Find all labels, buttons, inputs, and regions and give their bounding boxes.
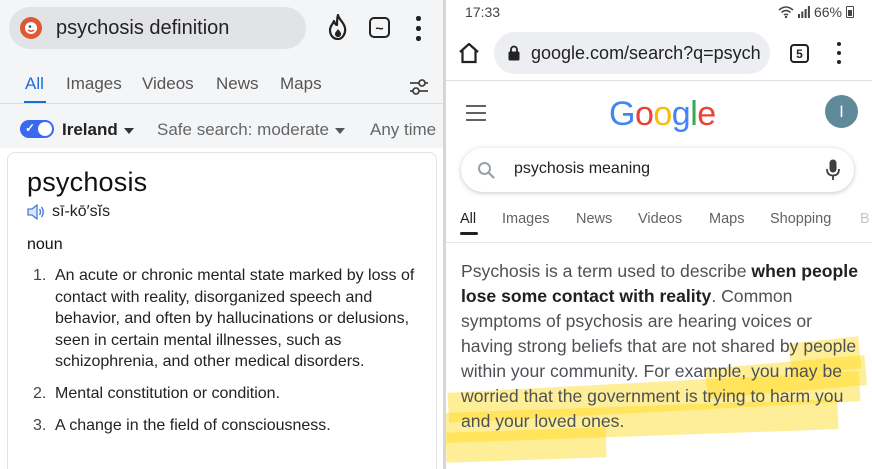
tabs-icon[interactable]: ~ bbox=[369, 17, 390, 38]
lock-icon bbox=[508, 45, 520, 61]
safe-search-dropdown[interactable]: Safe search: moderate bbox=[157, 120, 345, 140]
microphone-icon[interactable] bbox=[826, 159, 840, 181]
wifi-icon bbox=[778, 6, 794, 18]
definition-number: 3. bbox=[33, 416, 47, 434]
tab-all[interactable]: All bbox=[460, 211, 476, 227]
fire-icon[interactable] bbox=[326, 14, 350, 40]
tab-shopping[interactable]: Shopping bbox=[770, 211, 831, 227]
definition-number: 2. bbox=[33, 384, 47, 402]
tab-videos[interactable]: Videos bbox=[142, 74, 194, 94]
tab-images[interactable]: Images bbox=[66, 74, 122, 94]
ddg-panel: psychosis definition ~ All Images Videos… bbox=[0, 0, 443, 469]
tab-all[interactable]: All bbox=[25, 74, 44, 94]
tab-books-partial[interactable]: B bbox=[860, 211, 870, 227]
search-query[interactable]: psychosis meaning bbox=[514, 160, 650, 178]
tabs-divider bbox=[446, 242, 872, 243]
status-indicators: 66% bbox=[778, 4, 854, 20]
google-logo-letter: G bbox=[609, 95, 635, 133]
time-dropdown[interactable]: Any time bbox=[370, 120, 436, 140]
search-bar[interactable]: psychosis definition bbox=[9, 7, 306, 49]
avatar[interactable]: I bbox=[825, 95, 858, 128]
region-dropdown[interactable]: Ireland bbox=[62, 120, 134, 140]
home-icon[interactable] bbox=[458, 42, 480, 64]
definition-text: An acute or chronic mental state marked … bbox=[55, 267, 415, 371]
caret-down-icon bbox=[123, 127, 134, 134]
browser-toolbar: google.com/search?q=psych 5 bbox=[446, 26, 872, 80]
google-logo-letter: e bbox=[697, 95, 716, 133]
part-of-speech: noun bbox=[27, 236, 63, 253]
definition-item: 1. An acute or chronic mental state marke… bbox=[27, 265, 427, 373]
filter-settings-icon[interactable] bbox=[408, 76, 430, 98]
tab-maps[interactable]: Maps bbox=[280, 74, 322, 94]
status-time: 17:33 bbox=[465, 4, 501, 20]
battery-icon bbox=[846, 6, 854, 18]
snippet-text: . Common symptoms of psychosis are heari… bbox=[461, 286, 857, 431]
dictionary-card: psychosis sī-kō′sĭs noun 1. An acute or c… bbox=[7, 152, 437, 469]
speaker-icon[interactable] bbox=[27, 204, 45, 220]
region-label: Ireland bbox=[62, 120, 118, 139]
definition-item: 3. A change in the field of consciousness… bbox=[27, 415, 427, 437]
snippet-text: Psychosis is a term used to describe bbox=[461, 261, 752, 281]
google-result-tabs: All Images News Videos Maps Shopping B bbox=[446, 205, 872, 243]
battery-percent: 66% bbox=[813, 4, 842, 20]
safe-search-label: Safe search: moderate bbox=[157, 120, 329, 139]
pronunciation: sī-kō′sĭs bbox=[52, 203, 111, 220]
search-icon bbox=[478, 162, 495, 179]
url-text[interactable]: google.com/search?q=psych bbox=[531, 43, 761, 64]
google-logo-letter: o bbox=[634, 95, 654, 133]
region-toggle[interactable]: ✓ bbox=[20, 120, 54, 138]
ddg-header: psychosis definition ~ All Images Videos… bbox=[0, 0, 443, 104]
featured-snippet: Psychosis is a term used to describe whe… bbox=[461, 259, 859, 434]
google-logo-letter: o bbox=[653, 95, 672, 133]
definition-text: A change in the field of consciousness. bbox=[55, 416, 331, 434]
check-icon: ✓ bbox=[25, 121, 36, 135]
status-bar: 17:33 66% bbox=[446, 0, 872, 26]
definition-number: 1. bbox=[33, 267, 47, 284]
google-logo-letter: l bbox=[690, 95, 698, 133]
tab-maps[interactable]: Maps bbox=[709, 211, 744, 227]
tab-news[interactable]: News bbox=[576, 211, 612, 227]
dictionary-word: psychosis bbox=[27, 167, 148, 197]
filter-bar: ✓ Ireland Safe search: moderate Any time bbox=[0, 104, 443, 148]
definition-item: 2. Mental constitution or condition. bbox=[27, 383, 427, 405]
result-tabs: All Images Videos News Maps bbox=[0, 66, 443, 104]
tab-switcher-button[interactable]: 5 bbox=[790, 44, 809, 63]
more-vert-icon[interactable] bbox=[834, 40, 844, 66]
search-query[interactable]: psychosis definition bbox=[56, 17, 229, 40]
active-tab-indicator bbox=[460, 232, 478, 235]
caret-down-icon bbox=[334, 127, 345, 134]
definition-list: 1. An acute or chronic mental state marke… bbox=[27, 265, 427, 446]
signal-icon bbox=[797, 6, 810, 18]
tab-images[interactable]: Images bbox=[502, 211, 550, 227]
duckduckgo-logo-icon[interactable] bbox=[20, 17, 42, 39]
tab-videos[interactable]: Videos bbox=[638, 211, 682, 227]
toggle-knob bbox=[38, 122, 52, 136]
hamburger-menu-icon[interactable] bbox=[466, 105, 486, 121]
tab-news[interactable]: News bbox=[216, 74, 259, 94]
google-logo[interactable]: Google bbox=[609, 95, 716, 134]
toolbar-divider bbox=[446, 80, 872, 81]
search-box[interactable]: psychosis meaning bbox=[461, 148, 854, 192]
google-panel: 17:33 66% google.com/search?q=psych 5 Go… bbox=[446, 0, 872, 469]
definition-text: Mental constitution or condition. bbox=[55, 384, 281, 402]
more-vert-icon[interactable] bbox=[412, 15, 424, 41]
url-bar[interactable]: google.com/search?q=psych bbox=[494, 32, 770, 74]
google-logo-letter: g bbox=[671, 95, 691, 133]
